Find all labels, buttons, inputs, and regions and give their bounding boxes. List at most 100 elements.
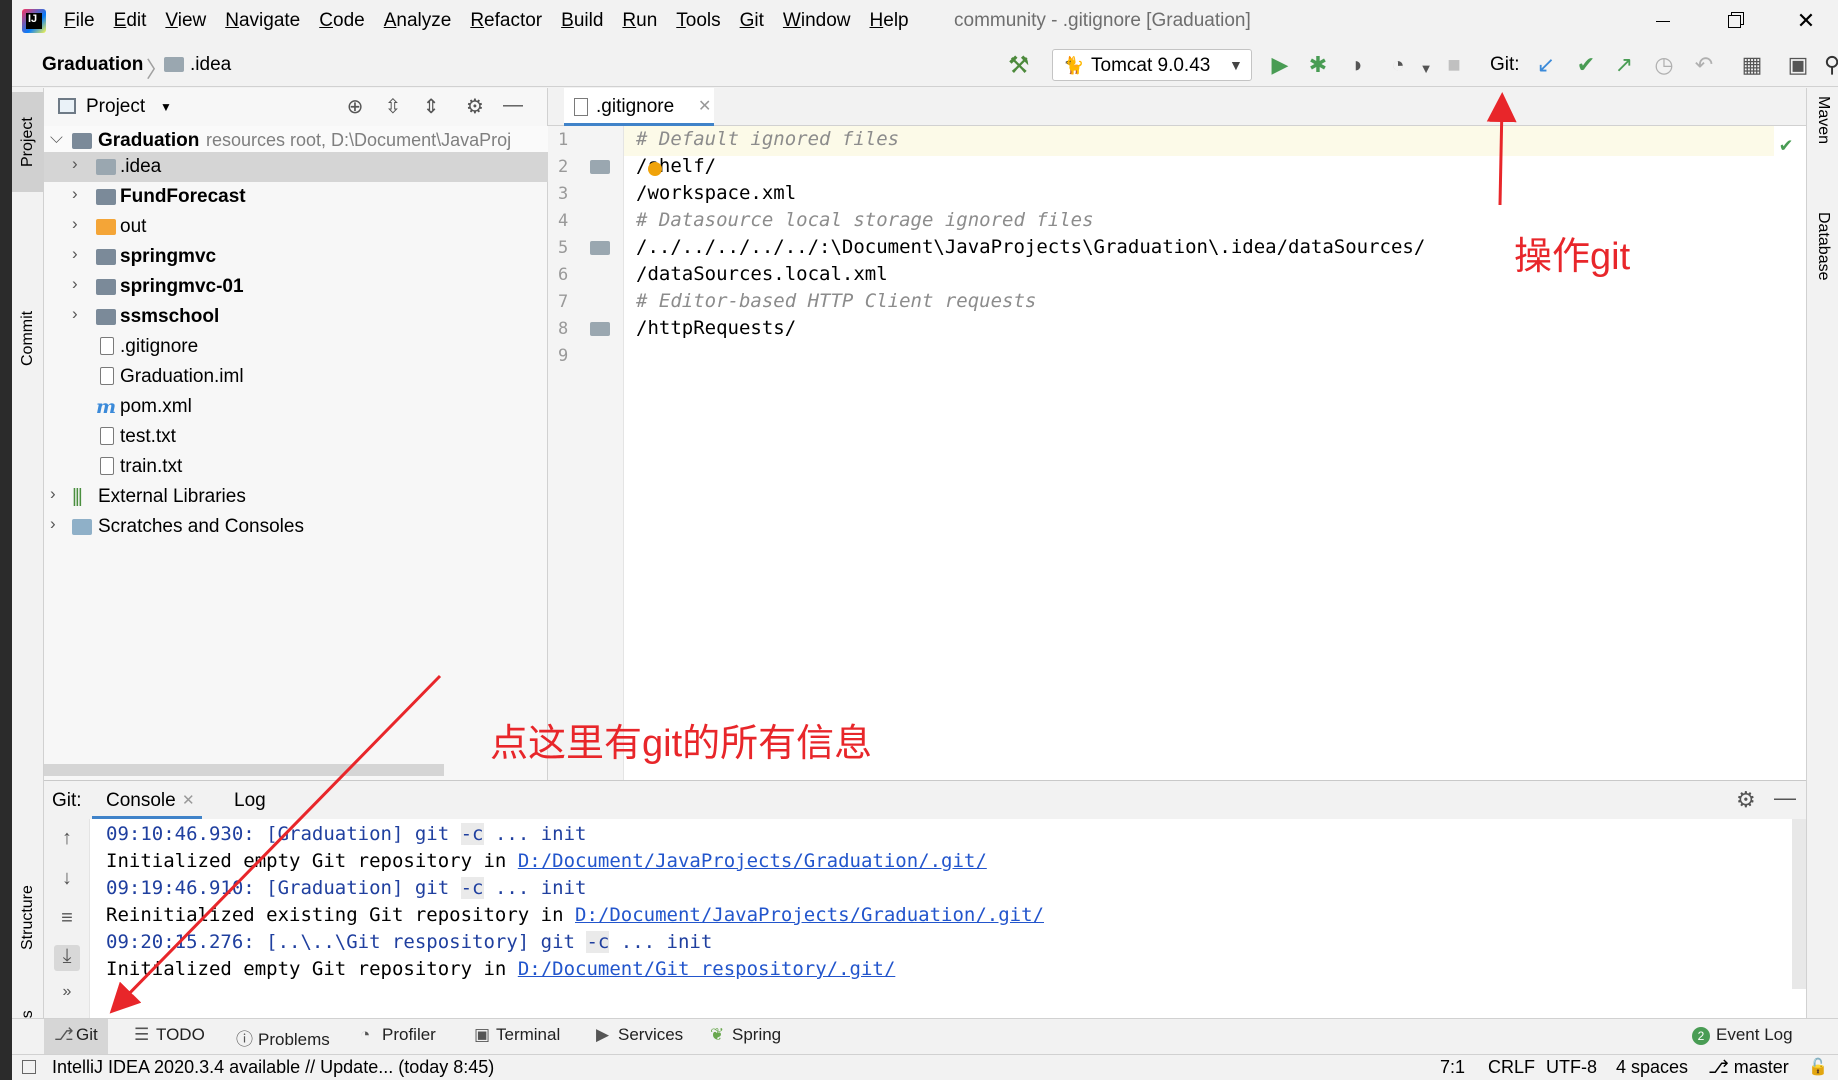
tree-item-external-libraries[interactable]: › ||| External Libraries xyxy=(44,482,548,512)
profile-icon[interactable]: ◔ xyxy=(1384,51,1412,79)
tree-item-springmvc-01[interactable]: › springmvc-01 xyxy=(44,272,548,302)
git-commit-check-icon[interactable]: ✔ xyxy=(1572,51,1600,79)
fold-marker-icon[interactable] xyxy=(590,160,610,174)
git-rollback-icon[interactable]: ↶ xyxy=(1690,51,1718,79)
tool-tab-project[interactable]: Project xyxy=(12,92,44,192)
line-separator[interactable]: CRLF xyxy=(1488,1057,1535,1078)
indent-setting[interactable]: 4 spaces xyxy=(1616,1057,1688,1078)
chevron-right-icon[interactable]: › xyxy=(50,514,56,534)
expand-all-icon[interactable]: ⇳ xyxy=(380,94,406,120)
console-path-link[interactable]: D:/Document/JavaProjects/Graduation/.git… xyxy=(575,904,1044,926)
git-console-output[interactable]: 09:10:46.930: [Graduation] git -c ... in… xyxy=(90,819,1790,1019)
tool-tab-commit[interactable]: Commit xyxy=(12,288,44,388)
close-icon[interactable]: ✕ xyxy=(182,791,195,809)
menu-view[interactable]: View xyxy=(165,10,206,34)
caret-position[interactable]: 7:1 xyxy=(1440,1057,1465,1078)
git-history-clock-icon[interactable]: ◷ xyxy=(1650,51,1678,79)
run-icon[interactable]: ▶ xyxy=(1266,51,1294,79)
tree-item-ssmschool[interactable]: › ssmschool xyxy=(44,302,548,332)
chevron-right-icon[interactable]: › xyxy=(72,304,78,324)
tab-log[interactable]: Log xyxy=(234,790,266,812)
tool-button-services[interactable]: ▶ Services xyxy=(596,1025,683,1045)
tool-button-todo[interactable]: ☰ TODO xyxy=(134,1025,205,1045)
tool-button-problems[interactable]: ⓘ Problems xyxy=(236,1025,330,1050)
menu-code[interactable]: Code xyxy=(319,10,364,34)
status-message[interactable]: IntelliJ IDEA 2020.3.4 available // Upda… xyxy=(52,1057,494,1078)
tool-button-profiler[interactable]: ◔ Profiler xyxy=(360,1025,436,1045)
tool-button-event-log[interactable]: 2 Event Log xyxy=(1692,1025,1793,1045)
restore-button[interactable] xyxy=(1714,6,1754,36)
gear-icon[interactable]: ⚙ xyxy=(462,94,488,120)
tree-item-fundforecast[interactable]: › FundForecast xyxy=(44,182,548,212)
tree-item-pom-xml[interactable]: m pom.xml xyxy=(44,392,548,422)
run-configuration-select[interactable]: 🐈 Tomcat 9.0.43 ▼ xyxy=(1052,49,1252,81)
menu-build[interactable]: Build xyxy=(561,10,603,34)
chevron-right-icon[interactable]: › xyxy=(72,274,78,294)
project-structure-icon[interactable]: ▦ xyxy=(1738,51,1766,79)
minimize-button[interactable] xyxy=(1642,6,1682,36)
chevron-right-icon[interactable]: › xyxy=(72,184,78,204)
chevron-down-icon[interactable]: ▼ xyxy=(160,100,172,114)
menu-refactor[interactable]: Refactor xyxy=(470,10,542,34)
fold-marker-icon[interactable] xyxy=(590,322,610,336)
breadcrumb-project[interactable]: Graduation xyxy=(42,54,143,76)
arrow-up-icon[interactable]: ↑ xyxy=(54,827,80,853)
menu-analyze[interactable]: Analyze xyxy=(384,10,452,34)
git-branch[interactable]: ⎇ master xyxy=(1708,1057,1789,1078)
lock-icon[interactable]: 🔓 xyxy=(1808,1057,1828,1077)
tool-button-git[interactable]: ⎇ Git xyxy=(44,1019,108,1055)
tree-item-out[interactable]: › out xyxy=(44,212,548,242)
fold-marker-icon[interactable] xyxy=(590,241,610,255)
tool-button-terminal[interactable]: ▣ Terminal xyxy=(474,1025,560,1045)
search-icon[interactable]: ⚲ xyxy=(1818,51,1838,79)
hide-panel-icon[interactable]: — xyxy=(1774,785,1796,811)
tool-button-spring[interactable]: ❦ Spring xyxy=(710,1025,781,1045)
tree-item-springmvc[interactable]: › springmvc xyxy=(44,242,548,272)
tree-item-graduation-iml[interactable]: Graduation.iml xyxy=(44,362,548,392)
chevron-down-icon[interactable]: ⌵ xyxy=(50,128,63,148)
hide-panel-icon[interactable]: — xyxy=(500,94,526,120)
file-encoding[interactable]: UTF-8 xyxy=(1546,1057,1597,1078)
tree-item-scratches[interactable]: › Scratches and Consoles xyxy=(44,512,548,542)
chevron-right-icon[interactable]: › xyxy=(72,244,78,264)
tool-tab-database[interactable]: Database xyxy=(1807,208,1838,388)
menu-navigate[interactable]: Navigate xyxy=(225,10,300,34)
git-push-arrow-icon[interactable]: ↗ xyxy=(1610,51,1638,79)
chevron-right-icon[interactable]: › xyxy=(72,154,78,174)
arrow-down-icon[interactable]: ↓ xyxy=(54,867,80,893)
console-path-link[interactable]: D:/Document/JavaProjects/Graduation/.git… xyxy=(518,850,987,872)
coverage-shield-icon[interactable]: ◗ xyxy=(1344,51,1372,79)
editor-tab-gitignore[interactable]: .gitignore ✕ xyxy=(564,88,714,126)
menu-edit[interactable]: Edit xyxy=(114,10,147,34)
locate-target-icon[interactable]: ⊕ xyxy=(342,94,368,120)
more-chevrons-icon[interactable]: » xyxy=(54,983,80,1009)
presentation-icon[interactable]: ▣ xyxy=(1784,51,1812,79)
horizontal-scrollbar[interactable] xyxy=(44,764,444,776)
intention-bulb-icon[interactable] xyxy=(648,162,662,176)
build-hammer-icon[interactable]: ⚒ xyxy=(1008,51,1030,80)
tree-item-test-txt[interactable]: test.txt xyxy=(44,422,548,452)
vertical-scrollbar[interactable] xyxy=(1792,819,1806,989)
menu-window[interactable]: Window xyxy=(783,10,851,34)
close-icon[interactable]: ✕ xyxy=(698,96,711,116)
menu-help[interactable]: Help xyxy=(870,10,909,34)
tree-item-idea[interactable]: › .idea xyxy=(44,152,548,182)
tool-tab-structure[interactable]: Structure xyxy=(12,868,44,968)
inspection-ok-check-icon[interactable]: ✔ xyxy=(1780,132,1792,156)
chevron-right-icon[interactable]: › xyxy=(72,214,78,234)
tree-item-train-txt[interactable]: train.txt xyxy=(44,452,548,482)
git-update-arrow-icon[interactable]: ↙ xyxy=(1532,51,1560,79)
menu-run[interactable]: Run xyxy=(622,10,657,34)
project-view-select[interactable]: Project xyxy=(86,96,145,118)
tool-tab-maven[interactable]: Maven xyxy=(1807,92,1838,212)
intellij-logo-icon[interactable]: IJ xyxy=(22,9,46,33)
toggle-tool-windows-icon[interactable] xyxy=(22,1060,36,1074)
close-window-button[interactable]: ✕ xyxy=(1786,6,1826,36)
console-path-link[interactable]: D:/Document/Git respository/.git/ xyxy=(518,958,896,980)
menu-file[interactable]: File xyxy=(64,10,95,34)
chevron-right-icon[interactable]: › xyxy=(50,484,56,504)
breadcrumb-idea[interactable]: .idea xyxy=(190,54,231,76)
soft-wrap-icon[interactable]: ≡ xyxy=(54,907,80,933)
menu-git[interactable]: Git xyxy=(740,10,764,34)
tree-item-gitignore[interactable]: .gitignore xyxy=(44,332,548,362)
